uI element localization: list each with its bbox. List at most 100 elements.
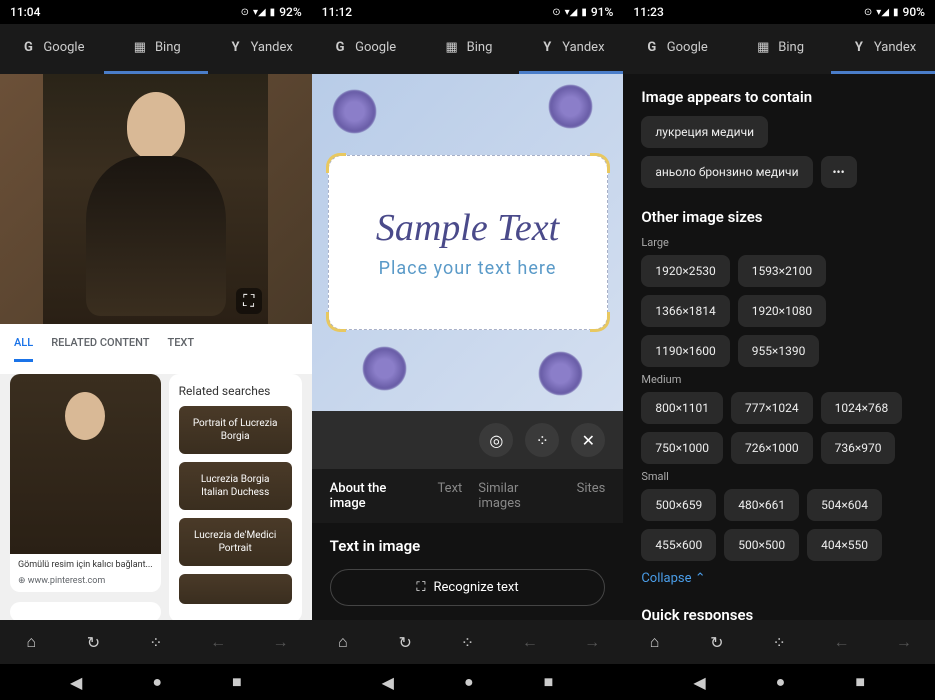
panel-google-results: 11:04 ⊙ ▾◢ ▮ 92% GGoogle ▦Bing YYandex ⛶… — [0, 0, 312, 700]
nav-back-icon[interactable]: ◀ — [382, 673, 394, 692]
yandex-icon: Y — [538, 39, 556, 57]
portrait-image[interactable] — [43, 74, 268, 324]
share-button[interactable]: ⁘ — [762, 625, 796, 659]
contains-chip[interactable]: лукреция медичи — [641, 116, 768, 148]
related-searches-card: Related searches Portrait of Lucrezia Bo… — [169, 374, 302, 620]
tab-bing[interactable]: ▦Bing — [104, 24, 208, 74]
sub-tab-all[interactable]: ALL — [14, 336, 33, 362]
back-button[interactable]: ← — [201, 625, 235, 659]
collapse-link[interactable]: Collapse ⌃ — [641, 571, 705, 586]
recognize-label: Recognize text — [434, 580, 519, 595]
size-group-label-small: Small — [641, 470, 917, 483]
nav-recent-icon[interactable]: ■ — [232, 672, 242, 692]
related-chip[interactable]: Portrait of Lucrezia Borgia — [179, 406, 292, 454]
result-thumbnail — [10, 374, 161, 554]
sub-tab-text[interactable]: TEXT — [168, 336, 195, 362]
more-chip[interactable]: ••• — [821, 156, 857, 188]
forward-button[interactable]: → — [263, 625, 297, 659]
vibrate-icon: ⊙ — [864, 7, 872, 18]
crop-handle-tr[interactable] — [590, 153, 610, 173]
status-bar: 11:23 ⊙ ▾◢ ▮ 90% — [623, 0, 935, 24]
content-area[interactable]: Image appears to contain лукреция медичи… — [623, 74, 935, 620]
reload-button[interactable]: ↻ — [700, 625, 734, 659]
search-image-preview[interactable]: Sample Text Place your text here — [312, 74, 624, 411]
contains-chips-row2: аньоло бронзино медичи ••• — [641, 156, 917, 188]
size-chip[interactable]: 500×659 — [641, 489, 716, 521]
size-chip[interactable]: 1024×768 — [821, 392, 903, 424]
size-chip[interactable]: 750×1000 — [641, 432, 723, 464]
size-chip[interactable]: 504×604 — [807, 489, 882, 521]
battery-level: 91% — [591, 5, 613, 19]
info-tab-text[interactable]: Text — [438, 481, 463, 511]
nav-home-icon[interactable]: ● — [152, 672, 162, 692]
sample-sub-text: Place your text here — [379, 258, 557, 279]
size-chip[interactable]: 1920×1080 — [738, 295, 826, 327]
close-image-button[interactable]: ✕ — [571, 423, 605, 457]
size-chip[interactable]: 500×500 — [724, 529, 799, 561]
info-tab-about[interactable]: About the image — [330, 481, 422, 511]
related-chip[interactable] — [179, 574, 292, 604]
info-tab-sites[interactable]: Sites — [577, 481, 606, 511]
tab-google[interactable]: GGoogle — [312, 24, 416, 74]
lens-icon[interactable]: ⛶ — [236, 288, 262, 314]
result-card[interactable] — [10, 602, 161, 620]
back-button[interactable]: ← — [824, 625, 858, 659]
size-chip[interactable]: 800×1101 — [641, 392, 723, 424]
nav-recent-icon[interactable]: ■ — [544, 672, 554, 692]
sample-text-script: Sample Text — [376, 206, 559, 250]
result-sub-tabs: ALL RELATED CONTENT TEXT — [0, 324, 312, 374]
size-chip[interactable]: 1190×1600 — [641, 335, 729, 367]
size-chip[interactable]: 1593×2100 — [738, 255, 826, 287]
tab-bing[interactable]: ▦Bing — [416, 24, 520, 74]
tab-bing[interactable]: ▦Bing — [727, 24, 831, 74]
tab-google[interactable]: GGoogle — [623, 24, 727, 74]
result-card[interactable]: Gömülü resim için kalıcı bağlant... ⊕ ww… — [10, 374, 161, 592]
nav-home-icon[interactable]: ● — [464, 672, 474, 692]
vibrate-icon: ⊙ — [552, 7, 560, 18]
lens-button[interactable]: ◎ — [479, 423, 513, 457]
size-chip[interactable]: 480×661 — [724, 489, 799, 521]
crop-handle-br[interactable] — [590, 312, 610, 332]
size-group-label-large: Large — [641, 236, 917, 249]
tab-yandex[interactable]: YYandex — [208, 24, 312, 74]
size-chip[interactable]: 1366×1814 — [641, 295, 729, 327]
reload-button[interactable]: ↻ — [388, 625, 422, 659]
crop-handle-bl[interactable] — [326, 312, 346, 332]
results-grid[interactable]: Gömülü resim için kalıcı bağlant... ⊕ ww… — [0, 374, 312, 620]
share-button[interactable]: ⁘ — [450, 625, 484, 659]
home-button[interactable]: ⌂ — [326, 625, 360, 659]
crop-frame[interactable]: Sample Text Place your text here — [328, 155, 608, 330]
back-button[interactable]: ← — [513, 625, 547, 659]
tab-google[interactable]: GGoogle — [0, 24, 104, 74]
nav-back-icon[interactable]: ◀ — [70, 673, 82, 692]
home-button[interactable]: ⌂ — [638, 625, 672, 659]
size-chip[interactable]: 1920×2530 — [641, 255, 729, 287]
size-chip[interactable]: 726×1000 — [731, 432, 813, 464]
tab-yandex[interactable]: YYandex — [519, 24, 623, 74]
recognize-text-button[interactable]: ⛶ Recognize text — [330, 569, 606, 606]
sub-tab-related[interactable]: RELATED CONTENT — [51, 336, 149, 362]
nav-recent-icon[interactable]: ■ — [855, 672, 865, 692]
forward-button[interactable]: → — [575, 625, 609, 659]
contains-chip[interactable]: аньоло бронзино медичи — [641, 156, 812, 188]
related-chip[interactable]: Lucrezia de'Medici Portrait — [179, 518, 292, 566]
size-chip[interactable]: 455×600 — [641, 529, 716, 561]
nav-back-icon[interactable]: ◀ — [693, 673, 705, 692]
share-button[interactable]: ⁘ — [139, 625, 173, 659]
share-image-button[interactable]: ⁘ — [525, 423, 559, 457]
nav-home-icon[interactable]: ● — [776, 672, 786, 692]
info-tab-similar[interactable]: Similar images — [478, 481, 560, 511]
size-chip[interactable]: 777×1024 — [731, 392, 813, 424]
forward-button[interactable]: → — [887, 625, 921, 659]
size-chip[interactable]: 404×550 — [807, 529, 882, 561]
size-chip[interactable]: 736×970 — [821, 432, 896, 464]
panel-yandex-details: 11:23 ⊙ ▾◢ ▮ 90% GGoogle ▦Bing YYandex I… — [623, 0, 935, 700]
home-button[interactable]: ⌂ — [14, 625, 48, 659]
status-icons: ⊙ ▾◢ ▮ 92% — [241, 5, 302, 19]
reload-button[interactable]: ↻ — [76, 625, 110, 659]
quick-responses-title: Quick responses — [641, 606, 917, 620]
tab-yandex[interactable]: YYandex — [831, 24, 935, 74]
related-chip[interactable]: Lucrezia Borgia Italian Duchess — [179, 462, 292, 510]
crop-handle-tl[interactable] — [326, 153, 346, 173]
size-chip[interactable]: 955×1390 — [738, 335, 820, 367]
